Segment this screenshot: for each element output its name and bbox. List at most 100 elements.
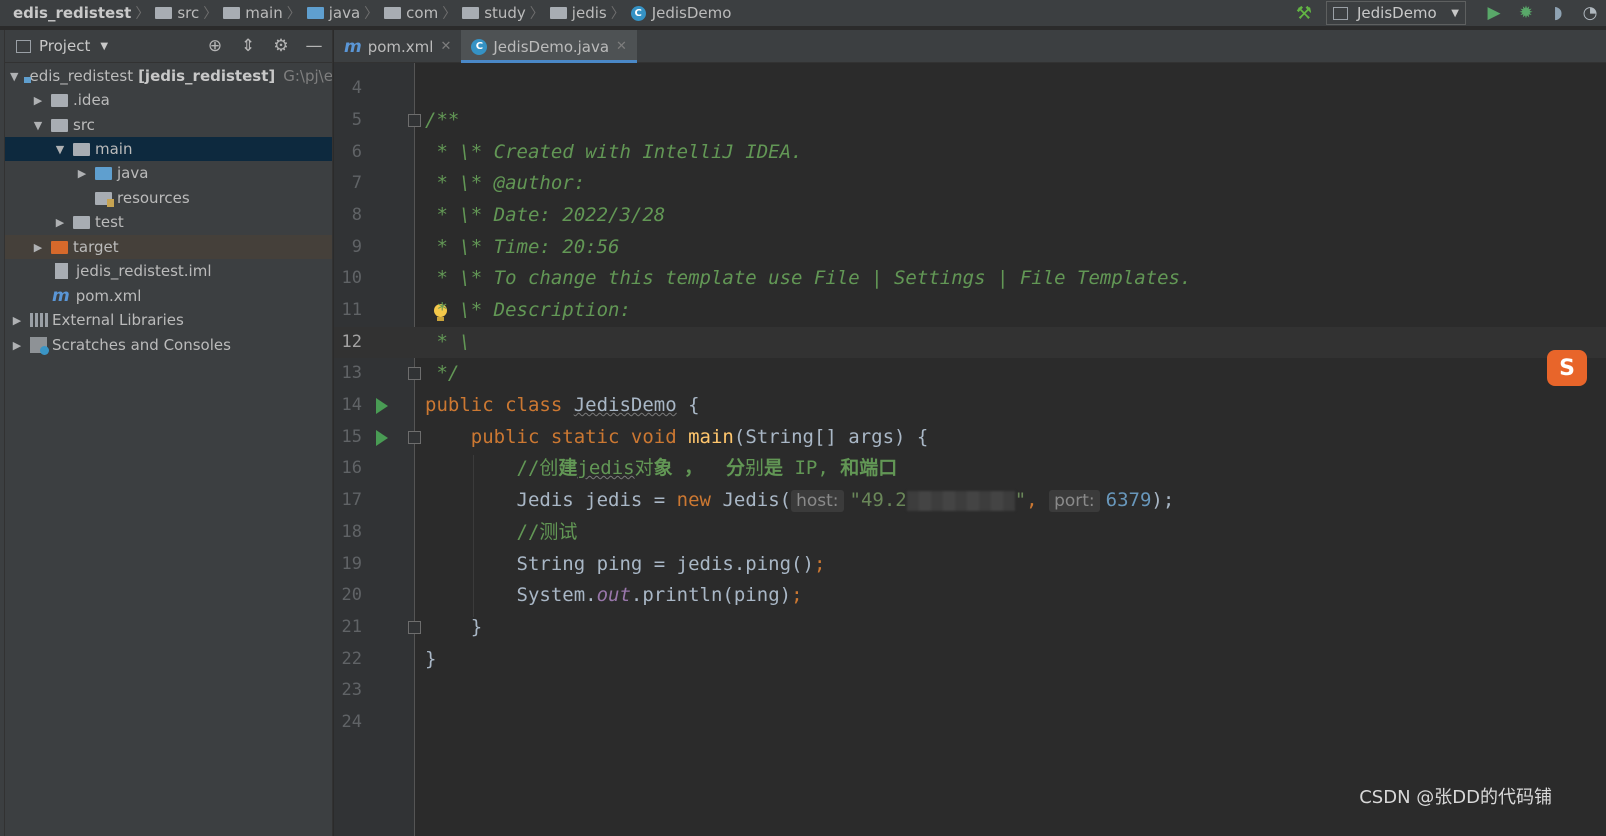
project-view-selector[interactable]: Project [39,37,90,55]
line-number: 16 [341,458,362,478]
code-number: 6379 [1105,489,1152,511]
editor-tab-bar: m pom.xml ✕ C JedisDemo.java ✕ [334,30,1606,63]
fold-marker-icon[interactable] [408,114,421,127]
code-method-name: main [688,426,734,448]
source-folder-icon [306,7,324,19]
fold-marker-icon[interactable] [408,621,421,634]
code-punctuation: ; [813,553,826,575]
profiler-icon[interactable]: ◔ [1574,3,1606,23]
code-comment: //创 [425,457,559,479]
run-main-gutter-icon[interactable] [376,430,388,446]
code-line: * \* Date: 2022/3/28 [425,204,666,226]
parameter-hint: port: [1049,490,1100,512]
folder-icon [51,118,68,132]
tree-item-java[interactable]: ▶ java [5,161,332,185]
tab-label: pom.xml [367,37,434,56]
expanded-arrow-icon[interactable]: ▼ [10,70,18,83]
project-view-icon [16,39,31,53]
debug-bug-icon[interactable]: ✹ [1510,3,1542,23]
close-icon[interactable]: ✕ [440,39,451,54]
package-icon [549,7,567,19]
collapsed-arrow-icon[interactable]: ▶ [75,167,89,180]
code-line: Jedis jedis = new Jedis(host: "49.2 ", por… [425,485,1174,516]
code-text: Jedis( [711,489,792,511]
locate-crosshair-icon[interactable]: ⊕ [205,36,225,56]
run-with-coverage-icon[interactable]: ◗ [1542,3,1574,23]
collapse-all-icon[interactable]: ⇕ [238,36,258,56]
tree-item-test[interactable]: ▶ test [5,210,332,234]
breadcrumb-src[interactable]: src [151,0,201,26]
collapsed-arrow-icon[interactable]: ▶ [53,216,67,229]
run-configuration-selector[interactable]: JedisDemo ▼ [1326,1,1466,25]
code-line: * \* Time: 20:56 [425,236,620,258]
tree-item-resources[interactable]: resources [5,186,332,210]
code-line: * \* Description: [425,299,631,321]
build-hammer-icon[interactable]: ⚒ [1296,3,1312,24]
folder-icon [51,93,68,107]
tab-jedisdemo-java[interactable]: C JedisDemo.java ✕ [461,30,637,63]
tree-item-label: target [73,238,119,256]
chevron-down-icon[interactable]: ▼ [100,41,108,52]
line-number: 17 [341,490,362,510]
code-line: //创建jedis对象 ， 分别是 IP, 和端口 [425,453,898,484]
collapsed-arrow-icon[interactable]: ▶ [10,339,24,352]
code-line: System.out.println(ping); [425,580,803,611]
line-number: 12 [341,332,362,352]
fold-marker-icon[interactable] [408,367,421,380]
tree-item-iml[interactable]: jedis_redistest.iml [5,259,332,283]
breadcrumb-separator: 〉 [135,6,150,22]
line-number: 5 [351,110,362,130]
code-line: String ping = jedis.ping(); [425,549,826,580]
tree-item-idea[interactable]: ▶ .idea [5,88,332,112]
breadcrumb-label: main [245,4,283,22]
code-keyword: new [676,489,711,511]
tree-item-label: .idea [73,91,110,109]
folder-icon [155,7,173,19]
run-class-gutter-icon[interactable] [376,398,388,414]
breadcrumb-class[interactable]: C JedisDemo [627,0,734,26]
code-comment: //测试 [425,521,578,543]
tree-item-scratches[interactable]: ▶ Scratches and Consoles [5,333,332,357]
code-line: public class JedisDemo { [425,390,700,421]
ime-logo-icon[interactable]: S [1547,350,1587,386]
breadcrumb-label: com [406,4,439,22]
fold-marker-icon[interactable] [408,431,421,444]
breadcrumb-com[interactable]: com [380,0,440,26]
tree-item-pom[interactable]: m pom.xml [5,284,332,308]
breadcrumb-jedis[interactable]: jedis [546,0,609,26]
expanded-arrow-icon[interactable]: ▼ [53,143,67,156]
code-comment: 象 [653,457,673,479]
run-icon[interactable]: ▶ [1478,3,1510,23]
tree-item-label: java [117,164,149,182]
tree-item-root[interactable]: ▼ edis_redistest [jedis_redistest] G:\pj… [5,64,341,88]
tree-item-src[interactable]: ▼ src [5,113,332,137]
collapsed-arrow-icon[interactable]: ▶ [31,241,45,254]
breadcrumb-study[interactable]: study [458,0,528,26]
collapsed-arrow-icon[interactable]: ▶ [10,314,24,327]
collapsed-arrow-icon[interactable]: ▶ [31,94,45,107]
resources-folder-icon [95,191,114,207]
gear-icon[interactable]: ⚙ [271,36,291,56]
line-number: 11 [341,300,362,320]
code-line: * \* Created with IntelliJ IDEA. [425,141,803,163]
tree-item-external-libraries[interactable]: ▶ External Libraries [5,308,332,332]
code-string: "49.2 [849,489,907,511]
line-number: 8 [351,205,362,225]
close-icon[interactable]: ✕ [616,39,627,54]
line-number: 15 [341,427,362,447]
tab-pom-xml[interactable]: m pom.xml ✕ [334,30,461,63]
folder-icon [73,215,90,229]
code-comment: IP, [783,457,841,479]
hide-panel-icon[interactable]: — [304,36,324,56]
breadcrumb-java[interactable]: java [303,0,362,26]
tree-item-target[interactable]: ▶ target [5,235,332,259]
expanded-arrow-icon[interactable]: ▼ [31,119,45,132]
toolbar-right: ⚒ JedisDemo ▼ ▶ ✹ ◗ ◔ [1296,0,1606,26]
current-line-highlight [334,327,1606,358]
breadcrumb-main[interactable]: main [219,0,284,26]
code-string: " [1014,489,1027,511]
breadcrumb-label: jedis [571,4,607,22]
tree-item-main[interactable]: ▼ main [5,137,332,161]
redacted-ip [906,490,1015,511]
breadcrumb-project[interactable]: edis_redistest [0,0,133,26]
